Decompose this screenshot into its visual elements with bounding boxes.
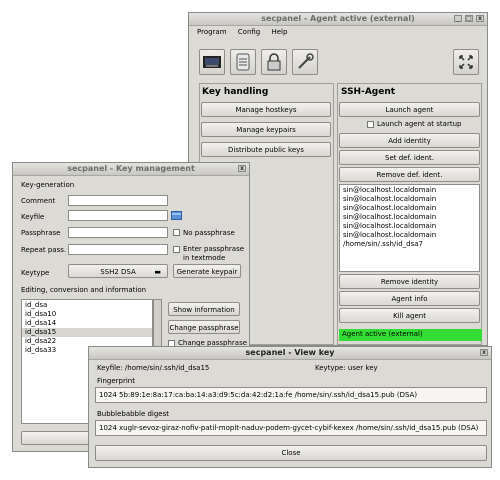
manage-keypairs-button[interactable]: Manage keypairs: [201, 122, 331, 137]
keyfile-field[interactable]: [68, 210, 168, 221]
keytype-select[interactable]: SSH2 DSA ▬: [68, 264, 168, 278]
list-item[interactable]: id_dsa: [22, 301, 152, 310]
close-icon[interactable]: x: [476, 15, 484, 22]
list-item[interactable]: /home/sin/.ssh/id_dsa7: [340, 240, 479, 249]
menu-bar: Program Config Help: [197, 28, 296, 36]
minimize-icon[interactable]: _: [454, 15, 462, 22]
list-item-selected[interactable]: id_dsa15: [22, 328, 152, 337]
manage-hostkeys-button[interactable]: Manage hostkeys: [201, 102, 331, 117]
keygen-heading: Key-generation: [21, 181, 75, 189]
list-item[interactable]: sin@localhost.localdomain: [340, 204, 479, 213]
comment-field[interactable]: [68, 195, 168, 206]
list-item[interactable]: sin@localhost.localdomain: [340, 222, 479, 231]
remove-identity-button[interactable]: Remove identity: [339, 274, 480, 289]
change-passphrase-button[interactable]: Change passphrase: [168, 320, 240, 334]
agent-status-text: Agent active (external): [342, 330, 423, 338]
textmode-label-line2: in textmode: [183, 254, 226, 262]
keytype-info: Keytype: user key: [315, 364, 378, 372]
terminal-icon[interactable]: [199, 49, 225, 75]
launch-at-startup-label: Launch agent at startup: [377, 120, 462, 128]
expand-icon[interactable]: [453, 49, 479, 75]
dropdown-icon: ▬: [154, 268, 161, 276]
repeat-pass-label: Repeat pass.: [21, 246, 67, 254]
bubblebabble-heading: Bubblebabble digest: [97, 410, 170, 418]
editing-heading: Editing, conversion and information: [21, 286, 147, 294]
key-management-titlebar[interactable]: secpanel - Key management x: [13, 163, 249, 176]
show-information-button[interactable]: Show information: [168, 302, 240, 316]
bubblebabble-box: 1024 xuglr-sevoz-giraz-nofiv-patil-mopit…: [95, 420, 487, 436]
menu-config[interactable]: Config: [238, 28, 260, 36]
key-management-title: secpanel - Key management: [67, 164, 195, 173]
close-button[interactable]: Close: [95, 445, 487, 461]
passphrase-field[interactable]: [68, 227, 168, 238]
distribute-public-keys-button[interactable]: Distribute public keys: [201, 142, 331, 157]
tools-icon[interactable]: [292, 49, 318, 75]
toolbar: [199, 49, 479, 77]
close-icon[interactable]: x: [238, 165, 246, 172]
fingerprint-box: 1024 5b:89:1e:8a:17:ca:ba:14:a3:d9:5c:da…: [95, 387, 487, 403]
textmode-checkbox[interactable]: [173, 246, 180, 253]
comment-label: Comment: [21, 197, 56, 205]
main-window-titlebar[interactable]: secpanel - Agent active (external) _ □ x: [189, 13, 487, 26]
identity-list[interactable]: sin@localhost.localdomain sin@localhost.…: [339, 184, 480, 272]
repeat-pass-field[interactable]: [68, 244, 168, 255]
key-handling-heading: Key handling: [202, 87, 269, 97]
fingerprint-value: 1024 5b:89:1e:8a:17:ca:ba:14:a3:d9:5c:da…: [99, 391, 418, 399]
add-identity-button[interactable]: Add identity: [339, 133, 480, 148]
no-passphrase-checkbox[interactable]: [173, 229, 180, 236]
generate-keypair-button[interactable]: Generate keypair: [173, 264, 241, 278]
ssh-agent-heading: SSH-Agent: [341, 87, 396, 97]
close-icon[interactable]: x: [480, 349, 488, 356]
window-controls: x: [480, 349, 488, 357]
textmode-label-line1: Enter passphrase: [183, 245, 245, 253]
kill-agent-button[interactable]: Kill agent: [339, 308, 480, 323]
window-controls: x: [238, 165, 246, 173]
passphrase-label: Passphrase: [21, 229, 61, 237]
view-key-titlebar[interactable]: secpanel - View key x: [89, 347, 491, 360]
keyfile-label: Keyfile: [21, 213, 45, 221]
view-key-window: secpanel - View key x Keyfile: /home/sin…: [88, 346, 492, 468]
list-item[interactable]: sin@localhost.localdomain: [340, 231, 479, 240]
keyfile-info: Keyfile: /home/sin/.ssh/id_dsa15: [97, 364, 210, 372]
keytype-label: Keytype: [21, 269, 50, 277]
view-key-title: secpanel - View key: [245, 348, 335, 357]
no-passphrase-label: No passphrase: [183, 229, 235, 237]
set-default-identity-button[interactable]: Set def. ident.: [339, 150, 480, 165]
list-item[interactable]: sin@localhost.localdomain: [340, 213, 479, 222]
main-window-title: secpanel - Agent active (external): [261, 14, 415, 23]
list-item[interactable]: id_dsa22: [22, 337, 152, 346]
list-item[interactable]: sin@localhost.localdomain: [340, 186, 479, 195]
list-item[interactable]: id_dsa14: [22, 319, 152, 328]
bubblebabble-value: 1024 xuglr-sevoz-giraz-nofiv-patil-mopit…: [99, 424, 479, 432]
menu-program[interactable]: Program: [197, 28, 227, 36]
fingerprint-heading: Fingerprint: [97, 377, 135, 385]
padlock-icon[interactable]: [261, 49, 287, 75]
agent-info-button[interactable]: Agent info: [339, 291, 480, 306]
menu-help[interactable]: Help: [271, 28, 287, 36]
launch-at-startup-checkbox[interactable]: [367, 121, 374, 128]
maximize-icon[interactable]: □: [465, 15, 473, 22]
agent-status-bar: Agent active (external): [339, 329, 482, 341]
window-controls: _ □ x: [454, 15, 484, 23]
folder-icon[interactable]: [171, 210, 182, 220]
remove-default-identity-button[interactable]: Remove def. ident.: [339, 167, 480, 182]
launch-agent-button[interactable]: Launch agent: [339, 102, 480, 117]
keytype-value: SSH2 DSA: [100, 268, 136, 276]
list-item[interactable]: sin@localhost.localdomain: [340, 195, 479, 204]
list-item[interactable]: id_dsa10: [22, 310, 152, 319]
key-ring-icon[interactable]: [230, 49, 256, 75]
